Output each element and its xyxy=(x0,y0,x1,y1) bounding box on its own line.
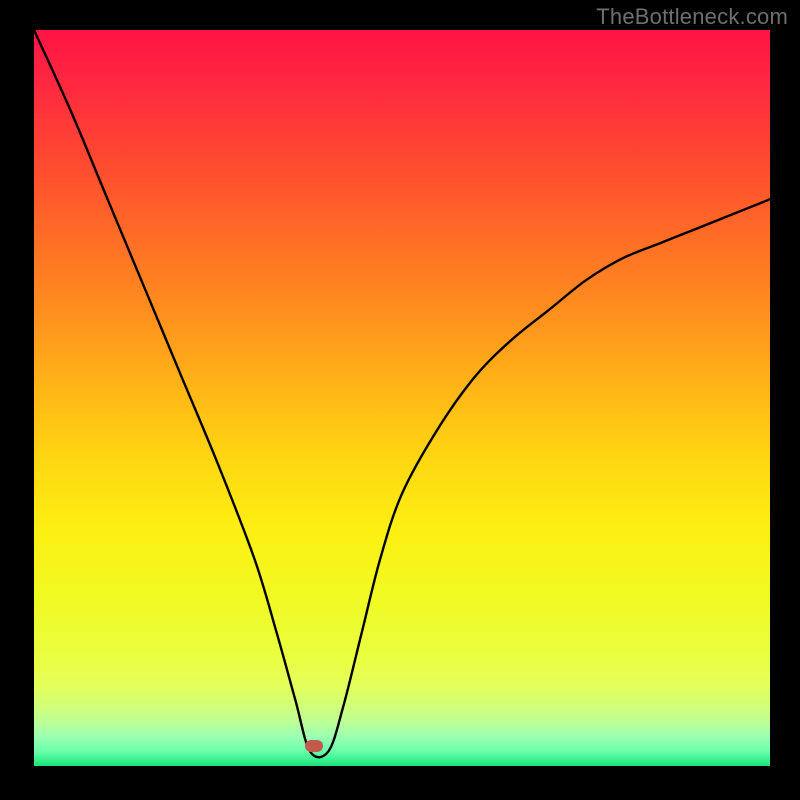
bottleneck-curve xyxy=(34,30,770,757)
watermark-text: TheBottleneck.com xyxy=(596,4,788,30)
chart-frame: TheBottleneck.com xyxy=(0,0,800,800)
chart-curve-svg xyxy=(0,0,800,800)
optimal-point-marker xyxy=(305,740,323,752)
